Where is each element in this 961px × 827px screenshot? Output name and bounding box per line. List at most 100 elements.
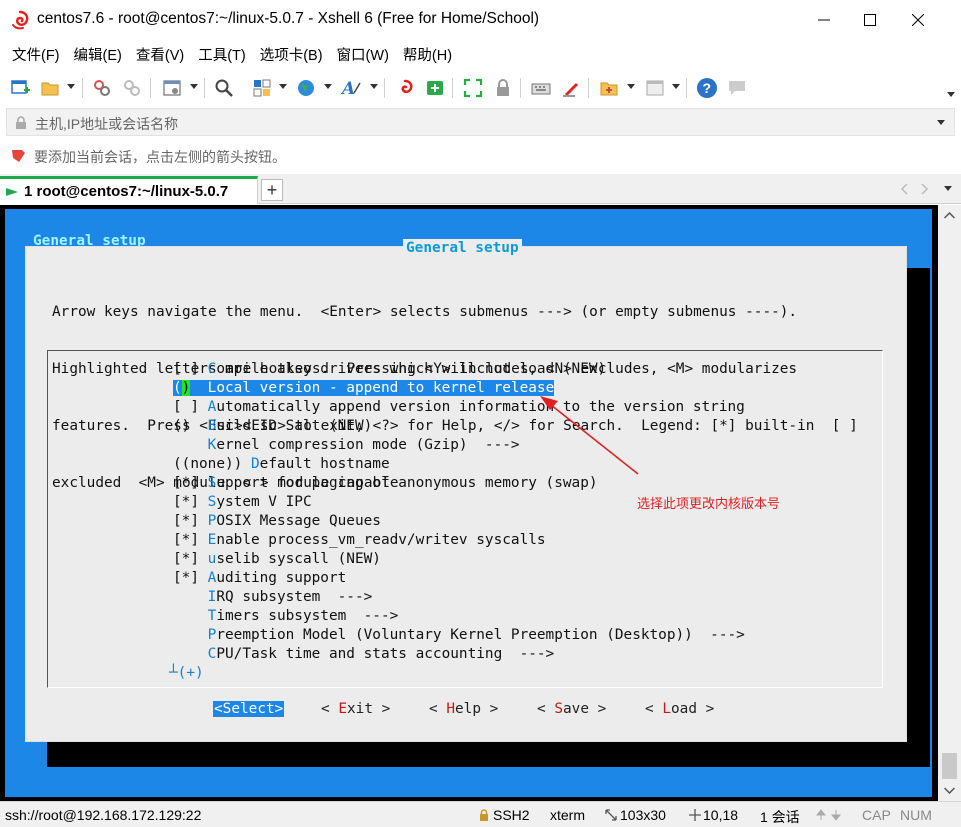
session-tab[interactable]: 1 root@centos7:~/linux-5.0.7 — [0, 176, 258, 204]
help-menu-button[interactable]: < Help > — [429, 700, 498, 719]
help-button[interactable]: ? — [695, 76, 719, 100]
font-button[interactable]: A — [340, 76, 364, 100]
menu-option[interactable]: Preemption Model (Voluntary Kernel Preem… — [173, 626, 745, 645]
open-dropdown-icon[interactable] — [67, 84, 75, 89]
menu-option[interactable]: [*] System V IPC — [173, 493, 312, 512]
properties-button[interactable] — [160, 76, 184, 100]
font-dropdown-icon[interactable] — [370, 84, 378, 89]
xftp-button[interactable] — [423, 76, 447, 100]
find-button[interactable] — [212, 76, 236, 100]
menu-option[interactable]: [*] Auditing support — [173, 569, 346, 588]
save-button[interactable]: < Save > — [537, 700, 606, 719]
tab-scroll-arrows-icon[interactable] — [900, 183, 930, 195]
session-hint-bar: 要添加当前会话，点击左侧的箭头按钮。 — [0, 140, 961, 172]
toolbar-separator — [150, 78, 151, 98]
toolbar-separator — [452, 78, 453, 98]
menu-option-selected[interactable]: () Local version - append to kernel rele… — [173, 379, 555, 398]
load-button[interactable]: < Load > — [645, 700, 714, 719]
compose-button[interactable] — [559, 76, 583, 100]
web-button[interactable] — [294, 76, 318, 100]
svg-text:?: ? — [703, 80, 712, 96]
lock-icon — [16, 116, 26, 129]
toolbar-overflow-icon[interactable] — [947, 92, 955, 97]
scrollbar-thumb[interactable] — [942, 753, 957, 779]
menu-option[interactable]: [*] Enable process_vm_readv/writev sysca… — [173, 531, 546, 550]
xshell-button[interactable] — [393, 76, 417, 100]
disconnect-button[interactable] — [120, 76, 144, 100]
layout-dropdown-icon[interactable] — [279, 84, 287, 89]
menu-file[interactable]: 文件(F) — [8, 44, 64, 65]
menu-option[interactable]: [*] POSIX Message Queues — [173, 512, 381, 531]
caps-lock-status: CAP — [862, 807, 891, 823]
xshell-app-icon[interactable] — [10, 10, 30, 30]
menu-option[interactable]: CPU/Task time and stats accounting ---> — [173, 645, 555, 664]
new-tab-button[interactable]: + — [261, 179, 283, 201]
menu-option[interactable]: [*] uselib syscall (NEW) — [173, 550, 381, 569]
chat-button[interactable] — [725, 76, 749, 100]
terminal-scrollbar[interactable] — [938, 205, 961, 801]
menuconfig-screen: General setup General setup Arrow keys n… — [5, 209, 932, 797]
transfer-dropdown-icon[interactable] — [627, 84, 635, 89]
menu-view[interactable]: 查看(V) — [132, 44, 188, 65]
window-tile-icon — [646, 80, 664, 96]
close-button[interactable] — [895, 0, 941, 40]
menu-option[interactable]: Kernel compression mode (Gzip) ---> — [173, 436, 520, 455]
bookmark-icon[interactable] — [10, 148, 26, 164]
open-button[interactable] — [38, 76, 62, 100]
terminal-type-status: xterm — [550, 807, 585, 823]
fullscreen-button[interactable] — [461, 76, 485, 100]
tab-list-dropdown-icon[interactable] — [944, 186, 952, 191]
menu-tabs[interactable]: 选项卡(B) — [256, 44, 327, 65]
tile-button[interactable] — [643, 76, 667, 100]
menu-option[interactable]: Timers subsystem ---> — [173, 607, 399, 626]
menu-option[interactable]: [*] Support for paging of anonymous memo… — [173, 474, 598, 493]
menu-tools[interactable]: 工具(T) — [194, 44, 250, 65]
menu-option[interactable]: ((none)) Default hostname — [173, 455, 390, 474]
select-button[interactable]: <Select> — [213, 700, 285, 719]
lock-icon — [497, 79, 509, 96]
new-session-icon — [11, 80, 30, 94]
fullscreen-icon — [463, 78, 483, 98]
connected-status-icon — [6, 188, 18, 196]
address-bar[interactable]: 主机,IP地址或会话名称 — [6, 108, 955, 136]
protocol-status: SSH2 — [493, 807, 530, 823]
address-input[interactable]: 主机,IP地址或会话名称 — [35, 114, 178, 134]
menu-option[interactable]: [ ] Automatically append version informa… — [173, 398, 745, 417]
layout-icon — [253, 79, 271, 97]
minimize-button[interactable] — [801, 0, 847, 40]
menu-option[interactable]: [ ] Compile also drivers which will not … — [173, 360, 606, 379]
help-icon: ? — [697, 78, 717, 98]
terminal-area[interactable]: General setup General setup Arrow keys n… — [0, 205, 938, 801]
menu-window[interactable]: 窗口(W) — [333, 44, 393, 65]
help-line: Arrow keys navigate the menu. <Enter> se… — [52, 304, 798, 320]
scroll-up-icon[interactable] — [944, 212, 955, 219]
toolbar-separator — [686, 78, 687, 98]
properties-dropdown-icon[interactable] — [190, 84, 198, 89]
menu-option[interactable]: IRQ subsystem ---> — [173, 588, 373, 607]
address-dropdown-icon[interactable] — [937, 120, 945, 125]
transfer-button[interactable] — [597, 76, 621, 100]
layout-button[interactable] — [250, 76, 274, 100]
xshell-swirl-icon — [401, 79, 413, 93]
connect-button[interactable] — [90, 76, 114, 100]
cursor-position-icon — [689, 809, 701, 821]
new-session-button[interactable] — [8, 76, 32, 100]
menu-option[interactable]: () Build ID Salt (NEW) — [173, 417, 372, 436]
menu-help[interactable]: 帮助(H) — [399, 44, 456, 65]
status-bar: ssh://root@192.168.172.129:22 SSH2 xterm… — [0, 801, 961, 827]
scroll-down-icon[interactable] — [944, 787, 955, 794]
hint-text: 要添加当前会话，点击左侧的箭头按钮。 — [34, 149, 286, 165]
tile-dropdown-icon[interactable] — [672, 84, 680, 89]
font-icon: A — [341, 79, 361, 98]
maximize-button[interactable] — [847, 0, 893, 40]
options-list: [ ] Compile also drivers which will not … — [47, 350, 883, 688]
pen-icon — [563, 83, 578, 97]
exit-button[interactable]: < Exit > — [321, 700, 390, 719]
web-dropdown-icon[interactable] — [324, 84, 332, 89]
close-icon — [912, 14, 924, 26]
keyboard-icon — [531, 83, 551, 95]
menu-edit[interactable]: 编辑(E) — [70, 44, 126, 65]
keyboard-button[interactable] — [529, 76, 553, 100]
lock-button[interactable] — [491, 76, 515, 100]
xftp-icon — [427, 81, 443, 95]
